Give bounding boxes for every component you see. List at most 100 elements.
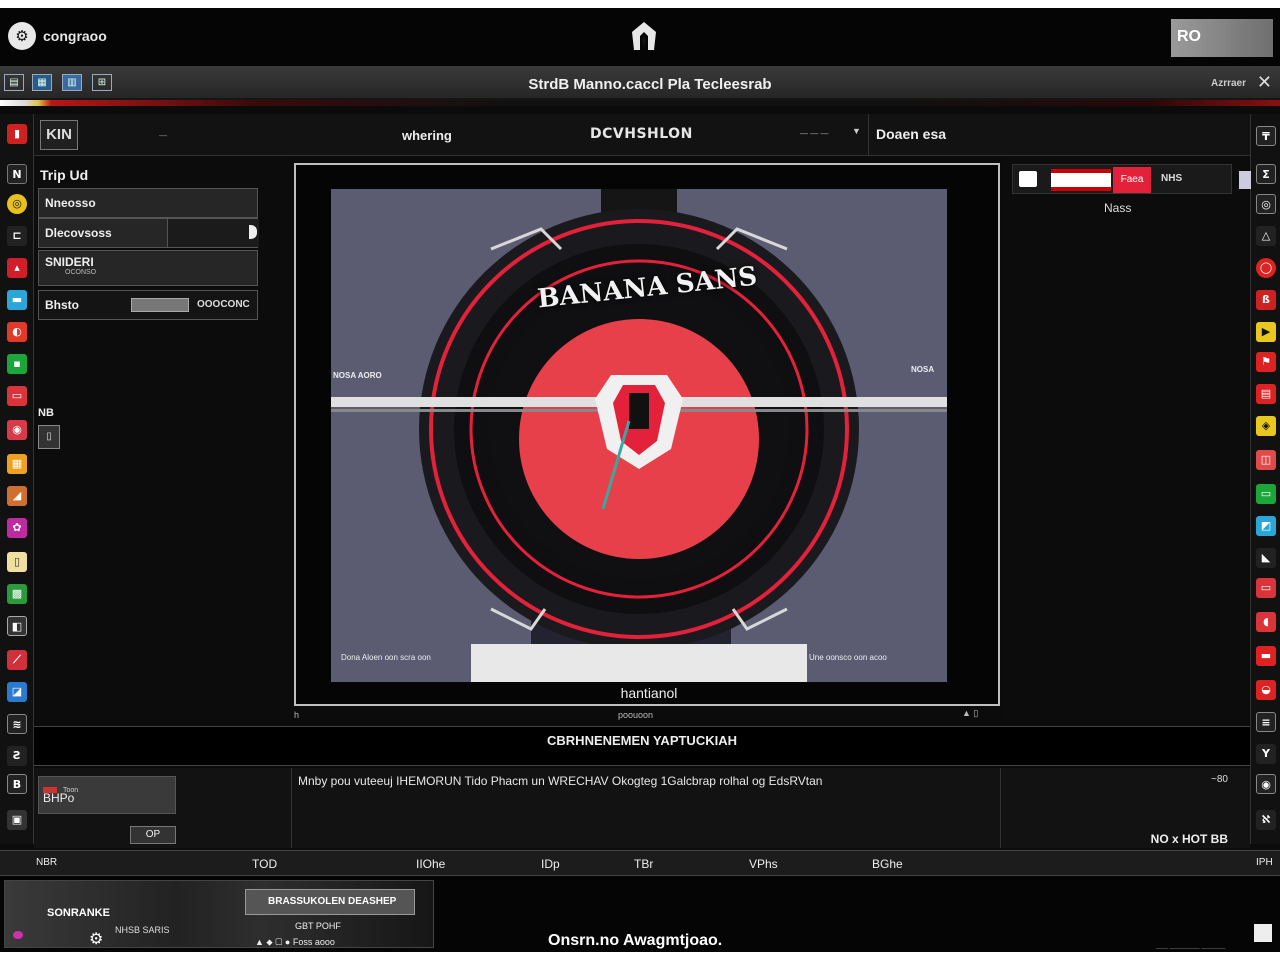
- panel-icon-19[interactable]: ≡: [1256, 712, 1276, 732]
- ruler-label: IPH: [1256, 857, 1273, 868]
- app-logo-icon[interactable]: ⚙: [8, 22, 36, 50]
- tool-icon-19[interactable]: ≋: [7, 714, 27, 734]
- panel-icon-2[interactable]: Ʃ: [1256, 164, 1276, 184]
- clip-dot-icon: [13, 931, 23, 939]
- tool-icon-15[interactable]: ▩: [7, 584, 27, 604]
- props-right-top: ~80: [1211, 774, 1228, 785]
- dropdown-chevron-icon[interactable]: ▼: [852, 126, 861, 136]
- status-banner: CBRHNENEMEN YAPTUCKIAH: [34, 726, 1250, 766]
- props-preview[interactable]: Toon BHPo: [38, 776, 176, 814]
- tool-icon-22[interactable]: ▣: [7, 810, 27, 830]
- tray-footnote: —— ————— ————: [1156, 946, 1226, 952]
- description-field[interactable]: Dlecovsoss: [38, 218, 259, 248]
- tool-icon-5[interactable]: ▴: [7, 258, 27, 278]
- ruler-label: IIOhe: [416, 857, 446, 871]
- name-field[interactable]: Nneosso: [38, 188, 258, 218]
- document-selector[interactable]: Doaen esa: [876, 126, 946, 142]
- close-icon[interactable]: ✕: [1257, 72, 1272, 93]
- mode-title: DCVHSHLON: [590, 126, 693, 142]
- design-canvas[interactable]: BANANA SANS NOSA AORO NOSA Dona Aloen oo…: [294, 163, 1000, 706]
- right-tag: NOSA: [911, 365, 935, 374]
- description-toggle[interactable]: [167, 219, 259, 247]
- artboard[interactable]: BANANA SANS NOSA AORO NOSA Dona Aloen oo…: [331, 189, 947, 682]
- layer-sublabel: Nass: [1104, 201, 1132, 215]
- canvas-footer-left: h: [294, 710, 300, 720]
- layer-row[interactable]: Faea NHS: [1012, 164, 1251, 194]
- props-divider: [1000, 768, 1001, 848]
- tool-icon-17[interactable]: ⟋: [7, 650, 27, 670]
- panel-icon-4[interactable]: △: [1256, 226, 1276, 246]
- zoom-readout[interactable]: — — —: [800, 129, 828, 138]
- right-tool-strip: ₸ Ʃ ◎ △ ◯ ß ▶ ⚑ ▤ ◈ ◫ ▭ ◩ ◣ ▭ ◖ ▬ ◒ ≡ Y …: [1250, 114, 1280, 844]
- brand-logo-icon: [632, 22, 656, 50]
- bottom-left-note: Dona Aloen oon scra oon: [341, 653, 431, 662]
- resize-handle-icon[interactable]: ▲ ▯: [962, 708, 978, 719]
- ruler-label: NBR: [36, 857, 58, 868]
- corner-icon[interactable]: [1254, 924, 1272, 942]
- section-chip[interactable]: ▯: [38, 425, 60, 449]
- tool-icon-20[interactable]: Ƨ: [7, 746, 27, 766]
- ruler-label: TBr: [634, 857, 654, 871]
- tool-icon-13[interactable]: ✿: [7, 518, 27, 538]
- tool-icon-7[interactable]: ◐: [7, 322, 27, 342]
- timeline-ruler[interactable]: NBR TOD IIOhe IDp TBr VPhs BGhe IPH: [0, 850, 1280, 876]
- active-tool-button[interactable]: KIN: [40, 120, 78, 150]
- clip-card-sub: GBT POHF: [295, 921, 341, 931]
- panel-icon-20[interactable]: Y: [1256, 744, 1276, 764]
- panel-icon-10[interactable]: ◈: [1256, 416, 1276, 436]
- panel-icon-21[interactable]: ◉: [1256, 774, 1276, 794]
- panel-icon-8[interactable]: ⚑: [1256, 352, 1276, 372]
- profile-button[interactable]: RO: [1171, 19, 1273, 57]
- menu-right-label[interactable]: Azrraer: [1211, 78, 1246, 89]
- clip-card[interactable]: BRASSUKOLEN DEASHEP: [245, 889, 415, 915]
- panel-icon-9[interactable]: ▤: [1256, 384, 1276, 404]
- tool-icon-6[interactable]: ▬: [7, 290, 27, 310]
- panel-icon-1[interactable]: ₸: [1256, 126, 1276, 146]
- tool-icon-10[interactable]: ◉: [7, 420, 27, 440]
- clip-subtitle: NHSB SARIS: [115, 925, 170, 935]
- panel-icon-14[interactable]: ◣: [1256, 548, 1276, 568]
- panel-icon-5[interactable]: ◯: [1256, 258, 1276, 278]
- panel-icon-11[interactable]: ◫: [1256, 450, 1276, 470]
- tool-icon-18[interactable]: ◪: [7, 682, 27, 702]
- panel-icon-22[interactable]: ℵ: [1256, 810, 1276, 830]
- panel-icon-15[interactable]: ▭: [1256, 578, 1276, 598]
- panel-title: Trip Ud: [40, 167, 89, 183]
- layer-flag-icon: [1019, 171, 1037, 187]
- panel-icon-7[interactable]: ▶: [1256, 322, 1276, 342]
- panel-icon-6[interactable]: ß: [1256, 290, 1276, 310]
- panel-icon-3[interactable]: ◎: [1256, 194, 1276, 214]
- clip-toolbar[interactable]: ▲ ⬥ ▢ ● Foss aooo: [255, 937, 335, 948]
- menu-bar: ▤ ▦ ▥ ⊞ StrdB Manno.caccl Pla Tecleesrab…: [0, 66, 1280, 100]
- panel-icon-18[interactable]: ◒: [1256, 680, 1276, 700]
- brightness-field[interactable]: Bhsto OOOCONC: [38, 290, 258, 320]
- panel-icon-13[interactable]: ◩: [1256, 516, 1276, 536]
- brightness-slider[interactable]: [131, 298, 189, 312]
- clip-thumbnail[interactable]: ⚙ SONRANKE NHSB SARIS BRASSUKOLEN DEASHE…: [4, 880, 434, 948]
- style-sublabel: OCONSO: [65, 269, 97, 276]
- tool-icon-8[interactable]: ▪: [7, 354, 27, 374]
- tool-icon-4[interactable]: ⊏: [7, 226, 27, 246]
- props-color-swatch: [43, 787, 57, 793]
- layer-badge[interactable]: Faea: [1113, 167, 1151, 193]
- tool-icon-9[interactable]: ▭: [7, 386, 27, 406]
- style-field[interactable]: SNIDERI OCONSO: [38, 250, 258, 286]
- tool-icon-14[interactable]: ▯: [7, 552, 27, 572]
- top-bar: ⚙ congraoo RO: [0, 8, 1280, 66]
- layer-scroll-icon[interactable]: [1239, 171, 1251, 189]
- options-button[interactable]: OP: [130, 826, 176, 844]
- panel-icon-12[interactable]: ▭: [1256, 484, 1276, 504]
- app-name: congraoo: [43, 28, 107, 44]
- props-left-panel: Toon BHPo OP: [34, 768, 292, 848]
- mode-label[interactable]: whering: [402, 128, 452, 143]
- panel-icon-16[interactable]: ◖: [1256, 612, 1276, 632]
- tool-icon-11[interactable]: ▦: [7, 454, 27, 474]
- tool-icon-12[interactable]: ◢: [7, 486, 27, 506]
- panel-icon-17[interactable]: ▬: [1256, 646, 1276, 666]
- tool-icon-1[interactable]: ▮: [7, 124, 27, 144]
- tool-icon-3[interactable]: ◎: [7, 194, 27, 214]
- clip-settings-icon[interactable]: ⚙: [89, 929, 103, 949]
- tool-icon-16[interactable]: ◧: [7, 616, 27, 636]
- tool-icon-2[interactable]: N: [7, 164, 27, 184]
- tool-icon-21[interactable]: B: [7, 774, 27, 794]
